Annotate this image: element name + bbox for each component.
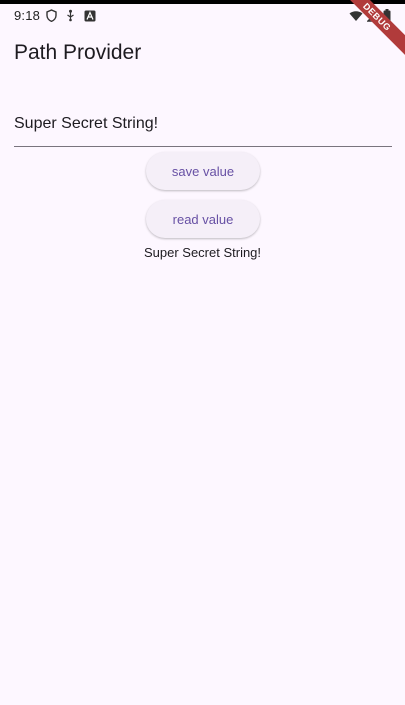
text-field-value: Super Secret String! [14, 115, 159, 132]
read-value-button[interactable]: read value [146, 200, 260, 238]
usb-icon [65, 9, 76, 27]
a-icon [84, 9, 96, 27]
shield-icon [46, 9, 57, 27]
page-title: Path Provider [14, 41, 142, 64]
read-result-text: Super Secret String! [143, 245, 262, 260]
save-value-button[interactable]: save value [146, 152, 260, 190]
status-icons-left [46, 9, 96, 27]
status-bar: 9:18 [0, 4, 405, 28]
secret-text-field[interactable]: Super Secret String! [14, 105, 392, 147]
status-time: 9:18 [14, 8, 41, 23]
